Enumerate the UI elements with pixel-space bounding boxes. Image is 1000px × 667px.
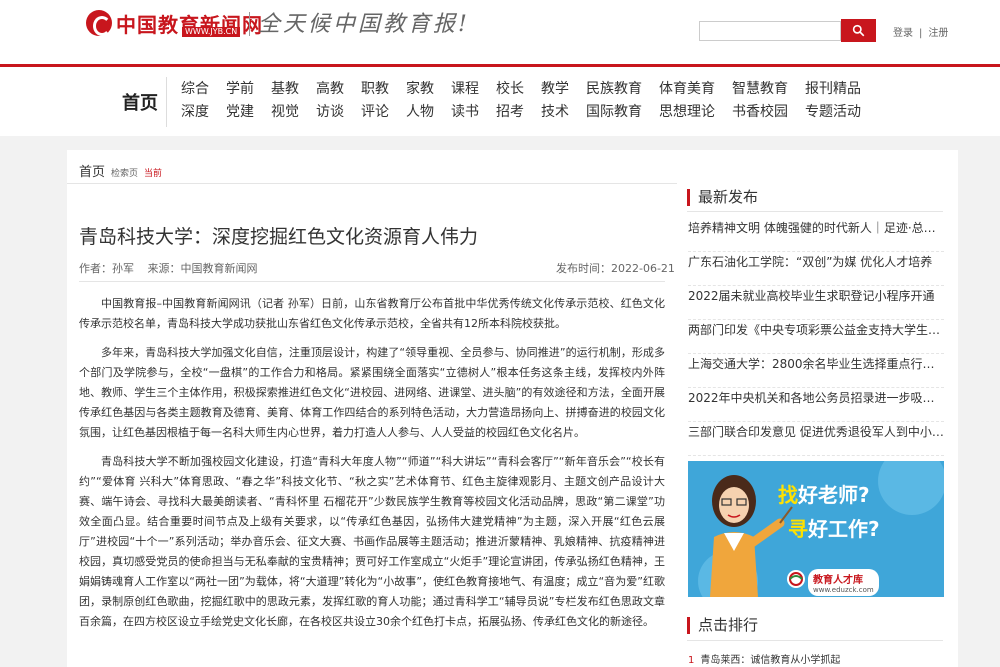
- latest-news-item[interactable]: 2022届未就业高校毕业生求职登记小程序开通: [688, 286, 944, 320]
- latest-title: 最新发布: [687, 189, 758, 206]
- nav-item[interactable]: 深度: [181, 101, 209, 121]
- main-nav: 首页 综合 学前 基教 高教 职教 家教 课程 校长 教学 民族教育 体育美育 智慧教育 报刊精品 深度…: [0, 64, 1000, 136]
- latest-news-item[interactable]: 2022年中央机关和各地公务员招录进一步吸纳高校毕业生: [688, 388, 944, 422]
- latest-news-item[interactable]: 两部门印发《中央专项彩票公益金支持大学生创新创业》: [688, 320, 944, 354]
- latest-news-item[interactable]: 广东石油化工学院：“双创”为媒 优化人才培养: [688, 252, 944, 286]
- nav-item[interactable]: 智慧教育: [732, 78, 788, 98]
- ad-line-1: 找好老师?: [778, 483, 870, 507]
- article-paragraph: 中国教育报–中国教育新闻网讯（记者 孙军）日前，山东省教育厅公布首批中华优秀传统…: [79, 297, 665, 330]
- nav-item[interactable]: 教学: [541, 78, 569, 98]
- latest-divider: [687, 211, 943, 212]
- logo-url: WWW.JYB.CN: [182, 27, 241, 37]
- breadcrumb-divider: [67, 183, 677, 184]
- rank-number: 1: [688, 655, 695, 666]
- nav-item[interactable]: 书香校园: [732, 101, 788, 121]
- nav-home[interactable]: 首页: [122, 89, 158, 115]
- rank-text: 青岛莱西：诚信教育从小学抓起: [700, 655, 841, 666]
- nav-row-1: 综合 学前 基教 高教 职教 家教 课程 校长 教学 民族教育 体育美育 智慧教育 报刊精品: [181, 78, 878, 98]
- nav-item[interactable]: 专题活动: [805, 101, 861, 121]
- article-body: 中国教育报–中国教育新闻网讯（记者 孙军）日前，山东省教育厅公布首批中华优秀传统…: [79, 294, 665, 641]
- latest-news-list: 培养精神文明 体魄强健的时代新人｜足迹·总书记的嘱托 广东石油化工学院：“双创”…: [688, 218, 944, 456]
- nav-item[interactable]: 访谈: [316, 101, 344, 121]
- rank-item[interactable]: 1 青岛莱西：诚信教育从小学抓起: [688, 651, 840, 666]
- nav-separator: [166, 77, 167, 127]
- ad-brand: 教育人才库 www.eduzck.com: [808, 569, 879, 596]
- meta-divider: [79, 281, 665, 282]
- latest-news-item[interactable]: 三部门联合印发意见 促进优秀退役军人到中小学任教: [688, 422, 944, 456]
- latest-news-item[interactable]: 上海交通大学：2800余名毕业生选择重点行业就业: [688, 354, 944, 388]
- article-pubtime: 发布时间：2022-06-21: [556, 262, 675, 275]
- nav-item[interactable]: 思想理论: [659, 101, 715, 121]
- nav-item[interactable]: 基教: [271, 78, 299, 98]
- login-link[interactable]: 登录: [893, 28, 913, 39]
- ad-banner[interactable]: 找好老师? 寻好工作? 教育人才库 www.eduzck.com: [688, 461, 944, 597]
- logo-icon: [86, 10, 112, 36]
- article-title: 青岛科技大学：深度挖掘红色文化资源育人伟力: [79, 226, 479, 248]
- search-button[interactable]: [841, 19, 876, 42]
- auth-separator: |: [919, 28, 923, 39]
- auth-links: 登录 | 注册: [890, 24, 951, 39]
- latest-news-item[interactable]: 培养精神文明 体魄强健的时代新人｜足迹·总书记的嘱托: [688, 218, 944, 252]
- article-meta: 作者：孙军 来源：中国教育新闻网: [79, 260, 268, 276]
- nav-item[interactable]: 评论: [361, 101, 389, 121]
- nav-item[interactable]: 体育美育: [659, 78, 715, 98]
- nav-item[interactable]: 技术: [541, 101, 569, 121]
- nav-item[interactable]: 职教: [361, 78, 389, 98]
- logo-divider: [249, 12, 250, 36]
- article-paragraph: 青岛科技大学不断加强校园文化建设，打造“青科大年度人物”“师道”“科大讲坛”“青…: [79, 455, 665, 628]
- slogan: 全天候中国教育报!: [258, 12, 470, 37]
- nav-item[interactable]: 党建: [226, 101, 254, 121]
- nav-item[interactable]: 校长: [496, 78, 524, 98]
- top-header: 中国教育新闻网 WWW.JYB.CN 全天候中国教育报! 登录 | 注册: [0, 0, 1000, 64]
- nav-item[interactable]: 高教: [316, 78, 344, 98]
- nav-item[interactable]: 招考: [496, 101, 524, 121]
- nav-item[interactable]: 视觉: [271, 101, 299, 121]
- nav-item[interactable]: 课程: [451, 78, 479, 98]
- breadcrumb-section[interactable]: 检索页: [111, 169, 138, 179]
- nav-item[interactable]: 综合: [181, 78, 209, 98]
- nav-row-2: 深度 党建 视觉 访谈 评论 人物 读书 招考 技术 国际教育 思想理论 书香校园 专题活动: [181, 101, 878, 121]
- nav-item[interactable]: 民族教育: [586, 78, 642, 98]
- register-link[interactable]: 注册: [928, 28, 948, 39]
- rank-title: 点击排行: [687, 617, 758, 634]
- nav-item[interactable]: 学前: [226, 78, 254, 98]
- article-source: 来源：中国教育新闻网: [147, 262, 258, 275]
- nav-item[interactable]: 家教: [406, 78, 434, 98]
- breadcrumb: 首页 检索页 当前: [79, 161, 162, 180]
- search-input[interactable]: [699, 21, 841, 41]
- search-icon: [852, 24, 865, 37]
- nav-item[interactable]: 读书: [451, 101, 479, 121]
- ad-line-2: 寻好工作?: [788, 517, 880, 541]
- nav-item[interactable]: 人物: [406, 101, 434, 121]
- article-paragraph: 多年来，青岛科技大学加强文化自信，注重顶层设计，构建了“领导重视、全员参与、协同…: [79, 346, 665, 439]
- article-author: 作者：孙军: [79, 262, 134, 275]
- nav-item[interactable]: 报刊精品: [805, 78, 861, 98]
- breadcrumb-current: 当前: [144, 169, 163, 179]
- rank-divider: [687, 640, 943, 641]
- nav-item[interactable]: 国际教育: [586, 101, 642, 121]
- breadcrumb-home[interactable]: 首页: [79, 165, 105, 180]
